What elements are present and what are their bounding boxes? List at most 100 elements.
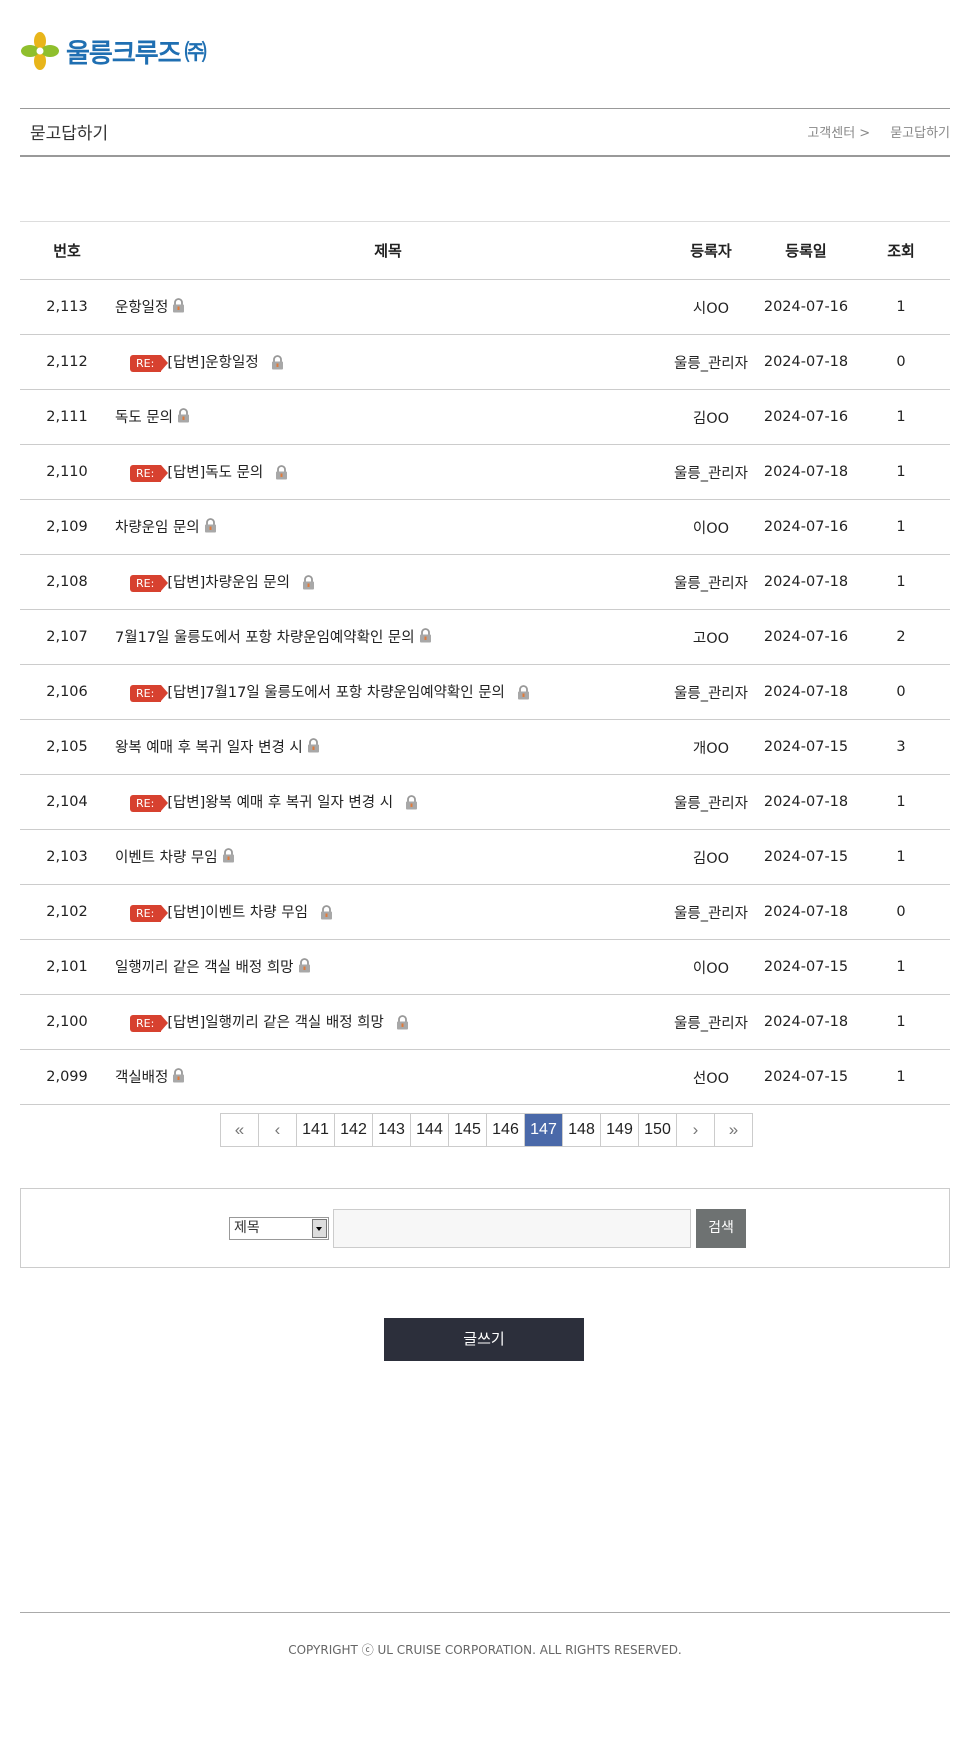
post-number: 2,100 <box>20 994 114 1050</box>
brand-suffix: ㈜ <box>184 41 207 66</box>
prev-page-button[interactable]: ‹ <box>258 1114 296 1146</box>
page-button-147[interactable]: 147 <box>524 1114 562 1146</box>
post-title-link[interactable]: 운항일정 <box>115 300 168 316</box>
lock-icon <box>517 684 530 704</box>
post-title-cell[interactable]: RE: [답변]일행끼리 같은 객실 배정 희망 <box>114 994 662 1050</box>
page-button-146[interactable]: 146 <box>486 1114 524 1146</box>
reply-badge: RE: <box>130 904 169 922</box>
breadcrumb-item-customer-center[interactable]: 고객센터 > <box>807 122 870 141</box>
post-views: 1 <box>852 774 950 830</box>
post-title-cell[interactable]: 7월17일 울릉도에서 포항 차량운임예약확인 문의 <box>114 609 662 665</box>
post-title-cell[interactable]: 왕복 예매 후 복귀 일자 변경 시 <box>114 719 662 775</box>
post-title-cell[interactable]: 이벤트 차량 무임 <box>114 829 662 885</box>
post-title-link[interactable]: 일행끼리 같은 객실 배정 희망 <box>115 960 294 976</box>
clover-logo-icon <box>21 32 59 70</box>
page-button-145[interactable]: 145 <box>448 1114 486 1146</box>
column-header-number: 번호 <box>20 221 114 280</box>
next-page-button[interactable]: › <box>676 1114 714 1146</box>
post-title-cell[interactable]: RE: [답변]이벤트 차량 무임 <box>114 884 662 940</box>
post-views: 2 <box>852 609 950 665</box>
lock-icon <box>275 464 288 484</box>
post-title-link[interactable]: [답변]차량운임 문의 <box>167 575 290 591</box>
post-title-link[interactable]: 왕복 예매 후 복귀 일자 변경 시 <box>115 740 303 756</box>
post-number: 2,112 <box>20 334 114 390</box>
post-title-link[interactable]: [답변]운항일정 <box>167 355 258 371</box>
breadcrumb-item-qna[interactable]: 묻고답하기 <box>890 122 950 141</box>
table-row[interactable]: 2,113 운항일정 시OO 2024-07-16 1 <box>20 279 950 335</box>
post-title-cell[interactable]: 운항일정 <box>114 279 662 335</box>
post-writer: 울릉_관리자 <box>662 774 760 830</box>
table-row[interactable]: 2,109 차량운임 문의 이OO 2024-07-16 1 <box>20 499 950 555</box>
post-title-cell[interactable]: RE: [답변]운항일정 <box>114 334 662 390</box>
lock-icon <box>419 627 432 647</box>
post-date: 2024-07-15 <box>760 1049 852 1105</box>
last-page-button[interactable]: » <box>714 1114 752 1146</box>
post-number: 2,103 <box>20 829 114 885</box>
post-title-link[interactable]: 독도 문의 <box>115 410 173 426</box>
post-title-link[interactable]: 7월17일 울릉도에서 포항 차량운임예약확인 문의 <box>115 630 415 646</box>
post-title-link[interactable]: [답변]독도 문의 <box>167 465 263 481</box>
page-button-150[interactable]: 150 <box>638 1114 676 1146</box>
table-row[interactable]: 2,108 RE: [답변]차량운임 문의 울릉_관리자 2024-07-18 1 <box>20 554 950 610</box>
table-row[interactable]: 2,102 RE: [답변]이벤트 차량 무임 울릉_관리자 2024-07-18 0 <box>20 884 950 940</box>
lock-icon <box>298 957 311 977</box>
post-title-link[interactable]: [답변]이벤트 차량 무임 <box>167 905 308 921</box>
post-title-cell[interactable]: RE: [답변]7월17일 울릉도에서 포항 차량운임예약확인 문의 <box>114 664 662 720</box>
search-input[interactable] <box>333 1209 691 1248</box>
site-logo[interactable]: 울릉크루즈 ㈜ <box>20 30 207 72</box>
post-title-cell[interactable]: RE: [답변]독도 문의 <box>114 444 662 500</box>
post-title-cell[interactable]: 차량운임 문의 <box>114 499 662 555</box>
post-views: 1 <box>852 499 950 555</box>
table-row[interactable]: 2,104 RE: [답변]왕복 예매 후 복귀 일자 변경 시 울릉_관리자 2024… <box>20 774 950 830</box>
post-date: 2024-07-18 <box>760 334 852 390</box>
table-row[interactable]: 2,105 왕복 예매 후 복귀 일자 변경 시 개OO 2024-07-15 3 <box>20 719 950 775</box>
post-title-link[interactable]: [답변]7월17일 울릉도에서 포항 차량운임예약확인 문의 <box>167 685 505 701</box>
post-date: 2024-07-18 <box>760 884 852 940</box>
search-field-select[interactable]: 제목 <box>229 1217 329 1240</box>
post-title-cell[interactable]: RE: [답변]차량운임 문의 <box>114 554 662 610</box>
table-row[interactable]: 2,103 이벤트 차량 무임 김OO 2024-07-15 1 <box>20 829 950 885</box>
chevron-down-icon[interactable] <box>312 1219 327 1238</box>
post-writer: 이OO <box>662 499 760 555</box>
post-title-link[interactable]: 객실배정 <box>115 1070 168 1086</box>
table-row[interactable]: 2,110 RE: [답변]독도 문의 울릉_관리자 2024-07-18 1 <box>20 444 950 500</box>
post-title-link[interactable]: 차량운임 문의 <box>115 520 200 536</box>
post-views: 3 <box>852 719 950 775</box>
page-button-148[interactable]: 148 <box>562 1114 600 1146</box>
post-title-link[interactable]: 이벤트 차량 무임 <box>115 850 218 866</box>
table-row[interactable]: 2,111 독도 문의 김OO 2024-07-16 1 <box>20 389 950 445</box>
post-title-cell[interactable]: 일행끼리 같은 객실 배정 희망 <box>114 939 662 995</box>
page-button-143[interactable]: 143 <box>372 1114 410 1146</box>
write-button[interactable]: 글쓰기 <box>384 1318 584 1361</box>
lock-icon <box>405 794 418 814</box>
post-date: 2024-07-15 <box>760 829 852 885</box>
pagination: «‹ 141 142 143 144 145 146 147 148 149 150 ›» <box>220 1113 753 1147</box>
post-writer: 선OO <box>662 1049 760 1105</box>
board-body: 2,113 운항일정 시OO 2024-07-16 1 2,112 RE: [답변]운항일정 울… <box>20 279 950 1105</box>
post-title-link[interactable]: [답변]왕복 예매 후 복귀 일자 변경 시 <box>167 795 393 811</box>
post-title-link[interactable]: [답변]일행끼리 같은 객실 배정 희망 <box>167 1015 384 1031</box>
first-page-button[interactable]: « <box>221 1114 258 1146</box>
search-button[interactable]: 검색 <box>696 1209 746 1248</box>
post-title-cell[interactable]: 객실배정 <box>114 1049 662 1105</box>
page-button-141[interactable]: 141 <box>296 1114 334 1146</box>
post-writer: 김OO <box>662 829 760 885</box>
page-button-149[interactable]: 149 <box>600 1114 638 1146</box>
post-number: 2,101 <box>20 939 114 995</box>
page-button-142[interactable]: 142 <box>334 1114 372 1146</box>
post-date: 2024-07-18 <box>760 664 852 720</box>
post-title-cell[interactable]: RE: [답변]왕복 예매 후 복귀 일자 변경 시 <box>114 774 662 830</box>
table-row[interactable]: 2,112 RE: [답변]운항일정 울릉_관리자 2024-07-18 0 <box>20 334 950 390</box>
table-row[interactable]: 2,099 객실배정 선OO 2024-07-15 1 <box>20 1049 950 1105</box>
page-header: 묻고답하기 고객센터 > 묻고답하기 <box>20 108 950 157</box>
table-row[interactable]: 2,106 RE: [답변]7월17일 울릉도에서 포항 차량운임예약확인 문의 울릉… <box>20 664 950 720</box>
post-title-cell[interactable]: 독도 문의 <box>114 389 662 445</box>
page-button-144[interactable]: 144 <box>410 1114 448 1146</box>
table-row[interactable]: 2,107 7월17일 울릉도에서 포항 차량운임예약확인 문의 고OO 2024-0… <box>20 609 950 665</box>
brand-name: 울릉크루즈 <box>66 38 182 69</box>
table-row[interactable]: 2,100 RE: [답변]일행끼리 같은 객실 배정 희망 울릉_관리자 2024-0… <box>20 994 950 1050</box>
post-views: 0 <box>852 884 950 940</box>
table-row[interactable]: 2,101 일행끼리 같은 객실 배정 희망 이OO 2024-07-15 1 <box>20 939 950 995</box>
post-views: 1 <box>852 1049 950 1105</box>
post-number: 2,110 <box>20 444 114 500</box>
